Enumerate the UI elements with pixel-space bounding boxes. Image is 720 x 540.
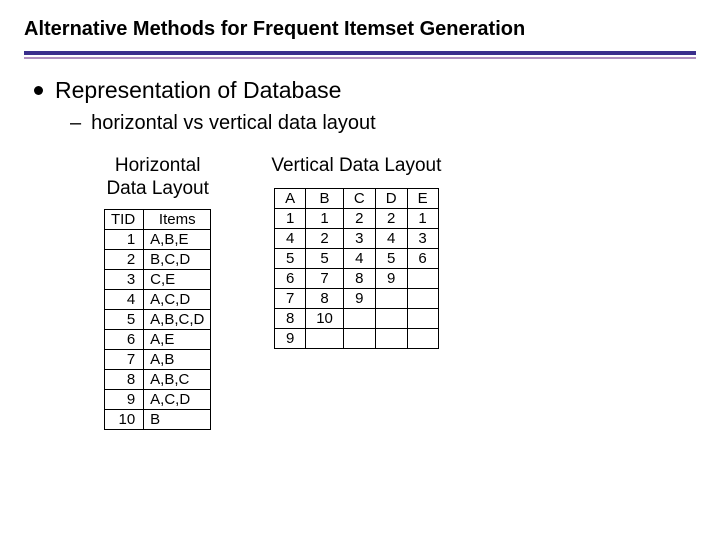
table-row: 42343 (275, 228, 438, 248)
table-row: 5A,B,C,D (105, 309, 211, 329)
title-rule-thick (24, 51, 696, 55)
table-row: 6A,E (105, 329, 211, 349)
table-row: 3C,E (105, 269, 211, 289)
col-header-items: Items (144, 209, 211, 229)
table-header-row: A B C D E (275, 188, 438, 208)
sub-bullet-text: horizontal vs vertical data layout (91, 112, 376, 135)
table-row: 1A,B,E (105, 229, 211, 249)
bullet-dot-icon (34, 86, 43, 95)
vertical-label: Vertical Data Layout (271, 155, 441, 178)
table-row: 11221 (275, 208, 438, 228)
table-row: 7A,B (105, 349, 211, 369)
table-row: 55456 (275, 248, 438, 268)
table-row: 10B (105, 409, 211, 429)
horizontal-layout-section: Horizontal Data Layout TID Items 1A,B,E … (104, 155, 211, 430)
table-row: 810 (275, 308, 438, 328)
table-header-row: TID Items (105, 209, 211, 229)
col-header-d: D (375, 188, 407, 208)
table-row: 789 (275, 288, 438, 308)
col-header-c: C (343, 188, 375, 208)
table-row: 9A,C,D (105, 389, 211, 409)
bullet-text: Representation of Database (55, 77, 341, 104)
table-row: 6789 (275, 268, 438, 288)
dash-icon: – (70, 112, 81, 135)
table-row: 8A,B,C (105, 369, 211, 389)
vertical-layout-section: Vertical Data Layout A B C D E 11221 423… (271, 155, 441, 430)
sub-bullet-item: – horizontal vs vertical data layout (70, 112, 696, 135)
slide-title: Alternative Methods for Frequent Itemset… (24, 18, 696, 41)
col-header-e: E (407, 188, 438, 208)
col-header-b: B (306, 188, 344, 208)
title-rule-thin (24, 57, 696, 59)
col-header-a: A (275, 188, 306, 208)
bullet-item: Representation of Database (34, 77, 696, 104)
horizontal-table: TID Items 1A,B,E 2B,C,D 3C,E 4A,C,D 5A,B… (104, 209, 211, 430)
vertical-table: A B C D E 11221 42343 55456 6789 789 810… (274, 188, 438, 349)
table-row: 4A,C,D (105, 289, 211, 309)
table-row: 2B,C,D (105, 249, 211, 269)
table-row: 9 (275, 328, 438, 348)
col-header-tid: TID (105, 209, 144, 229)
horizontal-label: Horizontal Data Layout (106, 155, 208, 201)
